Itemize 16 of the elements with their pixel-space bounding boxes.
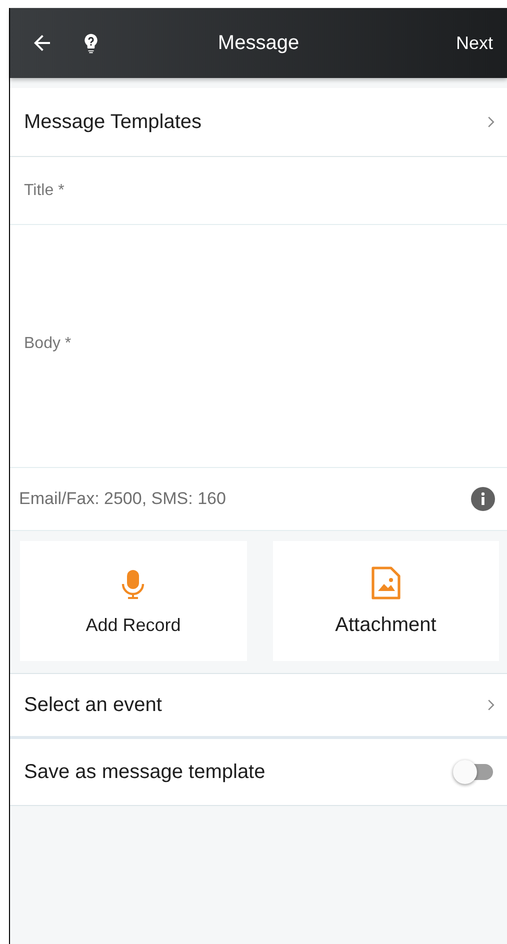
row-label: Message Templates bbox=[24, 110, 202, 134]
row-label: Save as message template bbox=[24, 760, 266, 784]
character-limits-text: Email/Fax: 2500, SMS: 160 bbox=[19, 489, 226, 509]
select-event-row[interactable]: Select an event bbox=[10, 674, 507, 739]
title-field[interactable]: Title * bbox=[10, 157, 507, 225]
body-field[interactable]: Body * bbox=[10, 225, 507, 468]
chevron-right-icon bbox=[487, 115, 495, 129]
action-button[interactable]: Attachment bbox=[272, 541, 499, 661]
next-button[interactable]: Next bbox=[442, 32, 507, 54]
chevron-right-icon bbox=[487, 698, 495, 712]
image-file-icon bbox=[370, 566, 401, 600]
message-templates-row[interactable]: Message Templates bbox=[10, 88, 507, 157]
screen-title: Message bbox=[218, 32, 300, 54]
row-label: Select an event bbox=[24, 694, 162, 716]
action-button[interactable]: Add Record bbox=[20, 541, 246, 661]
info-icon[interactable] bbox=[471, 487, 495, 511]
